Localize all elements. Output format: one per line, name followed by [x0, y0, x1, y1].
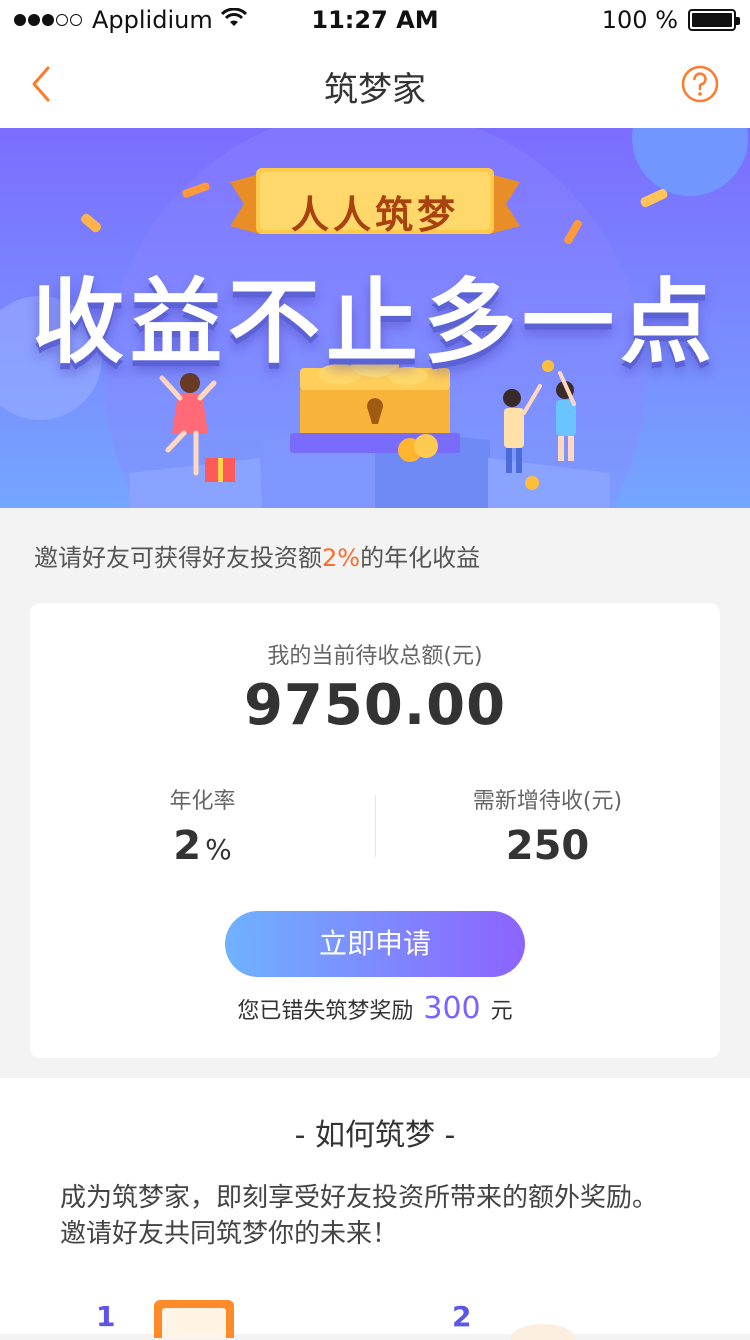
- howto-line-2: 邀请好友共同筑梦你的未来！: [60, 1219, 399, 1249]
- rate-value: 2%: [30, 823, 375, 869]
- need-label: 需新增待收(元): [472, 789, 623, 814]
- need-value: 250: [505, 823, 590, 869]
- howto-line-1: 成为筑梦家，即刻享受好友投资所带来的额外奖励。: [60, 1183, 659, 1213]
- status-right: 100 %: [601, 6, 740, 34]
- missed-prefix: 您已错失筑梦奖励: [237, 999, 414, 1024]
- step-2-illustration: [511, 1324, 575, 1340]
- question-circle-icon[interactable]: [680, 64, 720, 104]
- invite-suffix: 的年化收益: [360, 544, 481, 572]
- missed-amount: 300: [423, 991, 481, 1026]
- missed-reward: 您已错失筑梦奖励 300 元: [30, 991, 720, 1026]
- howto-heading: - 如何筑梦 -: [294, 1118, 456, 1153]
- ribbon-label: 人人筑梦: [290, 193, 459, 237]
- promo-banner: 人人筑梦 收益不止多一点: [0, 128, 750, 508]
- step-1-illustration: [154, 1300, 234, 1338]
- step-1-number: 1: [96, 1300, 116, 1333]
- howto-description: 成为筑梦家，即刻享受好友投资所带来的额外奖励。 邀请好友共同筑梦你的未来！: [60, 1180, 710, 1252]
- invite-description: 邀请好友可获得好友投资额2%的年化收益: [34, 538, 480, 573]
- status-bar: Applidium 11:27 AM 100 %: [0, 0, 750, 40]
- howto-section: - 如何筑梦 - 成为筑梦家，即刻享受好友投资所带来的额外奖励。 邀请好友共同筑…: [0, 1078, 750, 1340]
- invite-percent: 2%: [322, 544, 361, 572]
- pending-total-value: 9750.00: [243, 673, 507, 738]
- page-title: 筑梦家: [324, 70, 426, 110]
- rate-number: 2: [173, 823, 202, 869]
- nav-bar: 筑梦家: [0, 40, 750, 128]
- earnings-card: 我的当前待收总额(元) 9750.00 年化率 2% 需新增待收(元) 250 …: [30, 603, 720, 1058]
- banner-headline: 收益不止多一点: [31, 269, 718, 376]
- need-column: 需新增待收(元) 250: [375, 783, 720, 869]
- apply-button[interactable]: 立即申请: [225, 911, 525, 977]
- rate-unit: %: [205, 833, 232, 866]
- rate-label: 年化率: [169, 789, 236, 814]
- missed-unit: 元: [490, 999, 513, 1024]
- step-2-number: 2: [452, 1300, 472, 1333]
- pending-total-label: 我的当前待收总额(元): [267, 644, 483, 669]
- battery-icon: [688, 9, 740, 31]
- rate-column: 年化率 2%: [30, 783, 375, 869]
- battery-percent: 100 %: [601, 6, 678, 34]
- invite-prefix: 邀请好友可获得好友投资额: [34, 544, 322, 572]
